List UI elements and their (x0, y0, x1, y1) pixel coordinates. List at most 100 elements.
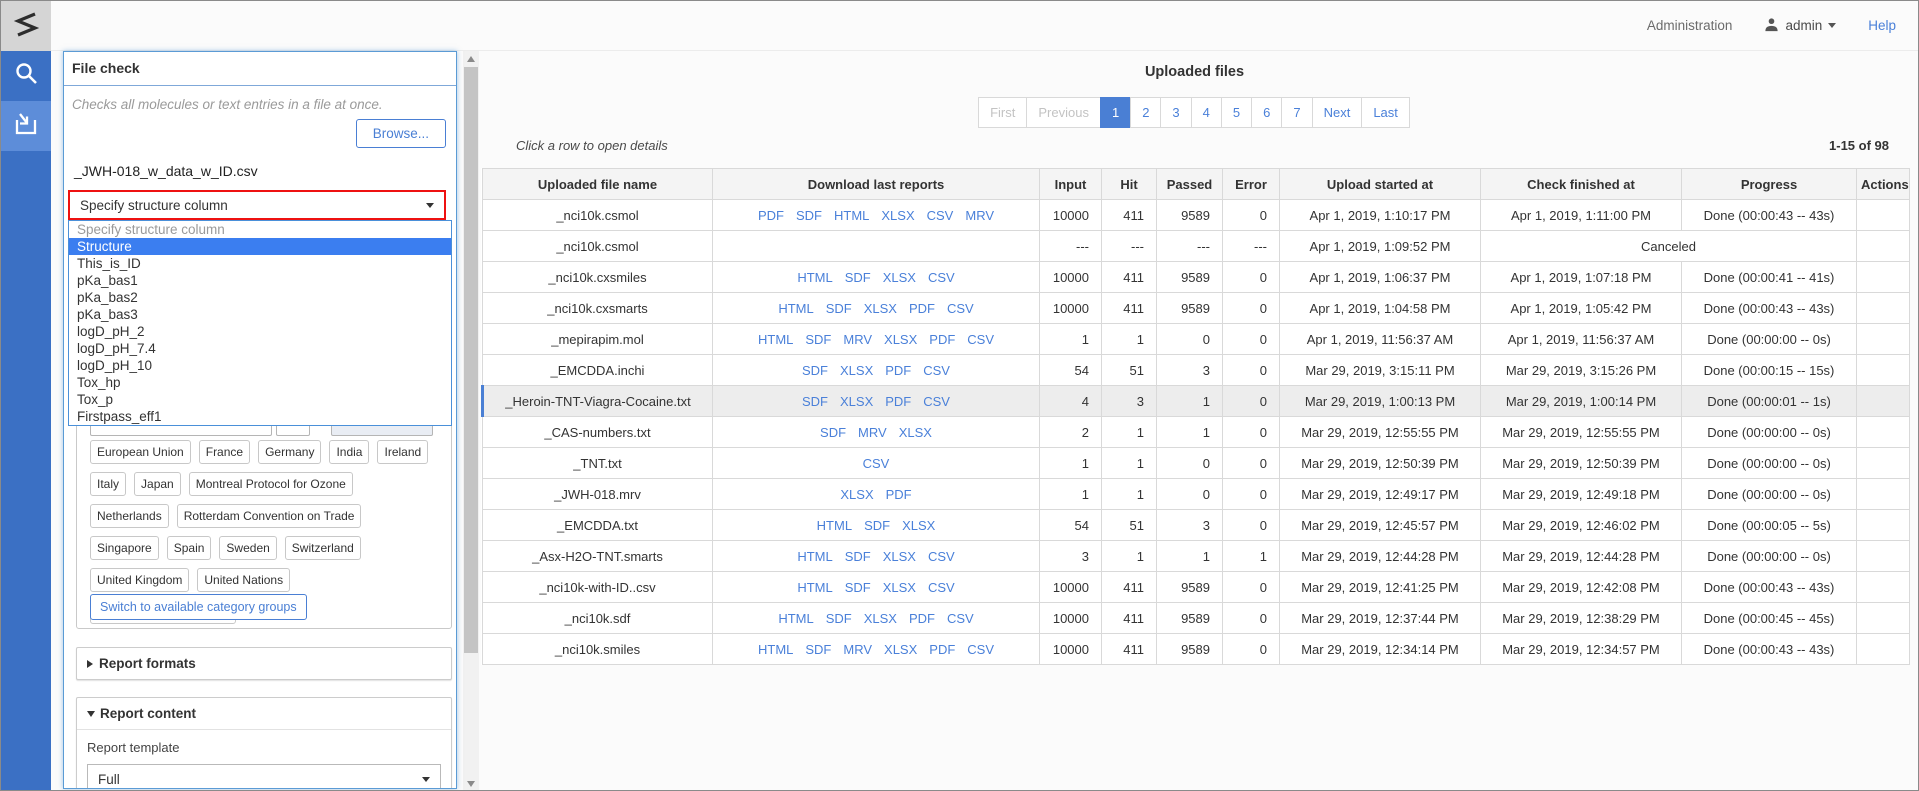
report-link-mrv[interactable]: MRV (843, 332, 872, 347)
category-chip[interactable]: Spain (167, 536, 212, 560)
report-link-sdf[interactable]: SDF (796, 208, 822, 223)
report-link-sdf[interactable]: SDF (845, 549, 871, 564)
dropdown-option[interactable]: logD_pH_7.4 (69, 340, 451, 357)
report-link-csv[interactable]: CSV (947, 301, 974, 316)
dropdown-option[interactable]: logD_pH_2 (69, 323, 451, 340)
category-chip[interactable]: Montreal Protocol for Ozone (189, 472, 353, 496)
report-link-mrv[interactable]: MRV (858, 425, 887, 440)
category-chip[interactable]: Japan (134, 472, 181, 496)
report-link-pdf[interactable]: PDF (758, 208, 784, 223)
category-chip[interactable]: United Nations (197, 568, 290, 592)
report-link-csv[interactable]: CSV (947, 611, 974, 626)
report-link-mrv[interactable]: MRV (965, 208, 994, 223)
report-link-csv[interactable]: CSV (928, 549, 955, 564)
category-chip[interactable]: United Kingdom (90, 568, 189, 592)
report-link-xlsx[interactable]: XLSX (840, 363, 873, 378)
dropdown-option[interactable]: Firstpass_eff1 (69, 408, 451, 425)
page-button-5[interactable]: 5 (1221, 97, 1252, 128)
category-chip[interactable]: Italy (90, 472, 126, 496)
dropdown-option[interactable]: logD_pH_10 (69, 357, 451, 374)
administration-menu[interactable]: Administration (1647, 18, 1733, 33)
report-link-pdf[interactable]: PDF (909, 301, 935, 316)
category-chip[interactable]: Ireland (377, 440, 428, 464)
report-link-xlsx[interactable]: XLSX (883, 549, 916, 564)
report-link-sdf[interactable]: SDF (826, 611, 852, 626)
report-link-xlsx[interactable]: XLSX (883, 580, 916, 595)
page-button-3[interactable]: 3 (1160, 97, 1191, 128)
page-button-6[interactable]: 6 (1251, 97, 1282, 128)
report-link-sdf[interactable]: SDF (802, 394, 828, 409)
file-row[interactable]: _CAS-numbers.txtSDFMRVXLSX2110Mar 29, 20… (483, 417, 1910, 448)
report-link-sdf[interactable]: SDF (826, 301, 852, 316)
report-link-html[interactable]: HTML (817, 518, 852, 533)
report-link-xlsx[interactable]: XLSX (884, 332, 917, 347)
app-logo[interactable] (1, 1, 51, 51)
scrollbar-thumb[interactable] (464, 67, 478, 653)
report-link-csv[interactable]: CSV (923, 363, 950, 378)
file-row[interactable]: _nci10k.smilesHTMLSDFMRVXLSXPDFCSV100004… (483, 634, 1910, 665)
dropdown-option[interactable]: Tox_hp (69, 374, 451, 391)
file-row[interactable]: _EMCDDA.txtHTMLSDFXLSX545130Mar 29, 2019… (483, 510, 1910, 541)
report-link-csv[interactable]: CSV (923, 394, 950, 409)
report-link-xlsx[interactable]: XLSX (864, 611, 897, 626)
file-row[interactable]: _nci10k.csmol------------Apr 1, 2019, 1:… (483, 231, 1910, 262)
report-link-xlsx[interactable]: XLSX (883, 270, 916, 285)
report-link-html[interactable]: HTML (834, 208, 869, 223)
panel-scrollbar[interactable] (463, 51, 479, 791)
category-chip[interactable]: Switzerland (285, 536, 361, 560)
report-link-xlsx[interactable]: XLSX (864, 301, 897, 316)
file-row[interactable]: _Heroin-TNT-Viagra-Cocaine.txtSDFXLSXPDF… (483, 386, 1910, 417)
report-link-csv[interactable]: CSV (967, 332, 994, 347)
dropdown-option[interactable]: This_is_ID (69, 255, 451, 272)
help-link[interactable]: Help (1868, 18, 1896, 33)
file-row[interactable]: _mepirapim.molHTMLSDFMRVXLSXPDFCSV1100Ap… (483, 324, 1910, 355)
file-row[interactable]: _Asx-H2O-TNT.smartsHTMLSDFXLSXCSV3111Mar… (483, 541, 1910, 572)
report-link-csv[interactable]: CSV (967, 642, 994, 657)
dropdown-option[interactable]: pKa_bas1 (69, 272, 451, 289)
file-row[interactable]: _nci10k.cxsmartsHTMLSDFXLSXPDFCSV1000041… (483, 293, 1910, 324)
category-chip[interactable]: Netherlands (90, 504, 169, 528)
sidebar-item-search[interactable] (1, 51, 51, 101)
report-link-pdf[interactable]: PDF (909, 611, 935, 626)
report-link-xlsx[interactable]: XLSX (881, 208, 914, 223)
dropdown-option[interactable]: pKa_bas3 (69, 306, 451, 323)
report-link-html[interactable]: HTML (778, 611, 813, 626)
file-row[interactable]: _nci10k.sdfHTMLSDFXLSXPDFCSV100004119589… (483, 603, 1910, 634)
report-link-html[interactable]: HTML (778, 301, 813, 316)
category-chip[interactable]: Sweden (219, 536, 276, 560)
report-link-pdf[interactable]: PDF (929, 332, 955, 347)
browse-button[interactable]: Browse... (356, 119, 446, 148)
report-link-xlsx[interactable]: XLSX (902, 518, 935, 533)
page-button-last[interactable]: Last (1361, 97, 1410, 128)
report-link-xlsx[interactable]: XLSX (840, 394, 873, 409)
page-button-first[interactable]: First (978, 97, 1027, 128)
page-button-next[interactable]: Next (1312, 97, 1363, 128)
report-link-mrv[interactable]: MRV (843, 642, 872, 657)
report-link-html[interactable]: HTML (758, 642, 793, 657)
category-chip[interactable]: India (329, 440, 369, 464)
file-row[interactable]: _JWH-018.mrvXLSXPDF1100Mar 29, 2019, 12:… (483, 479, 1910, 510)
switch-category-groups-button[interactable]: Switch to available category groups (90, 594, 307, 620)
page-button-1[interactable]: 1 (1100, 97, 1131, 128)
report-link-pdf[interactable]: PDF (886, 487, 912, 502)
page-button-7[interactable]: 7 (1281, 97, 1312, 128)
report-link-csv[interactable]: CSV (863, 456, 890, 471)
report-link-csv[interactable]: CSV (927, 208, 954, 223)
report-link-sdf[interactable]: SDF (845, 580, 871, 595)
report-link-xlsx[interactable]: XLSX (840, 487, 873, 502)
category-chip[interactable]: Rotterdam Convention on Trade (177, 504, 362, 528)
category-chip[interactable]: Germany (258, 440, 321, 464)
report-link-pdf[interactable]: PDF (885, 363, 911, 378)
file-row[interactable]: _nci10k.cxsmilesHTMLSDFXLSXCSV1000041195… (483, 262, 1910, 293)
report-link-sdf[interactable]: SDF (802, 363, 828, 378)
report-link-pdf[interactable]: PDF (885, 394, 911, 409)
page-button-previous[interactable]: Previous (1026, 97, 1101, 128)
structure-column-select[interactable]: Specify structure column (68, 190, 446, 220)
report-link-pdf[interactable]: PDF (929, 642, 955, 657)
report-content-header[interactable]: Report content (77, 698, 451, 730)
page-button-4[interactable]: 4 (1191, 97, 1222, 128)
report-link-xlsx[interactable]: XLSX (899, 425, 932, 440)
dropdown-option[interactable]: Specify structure column (69, 221, 451, 238)
dropdown-option[interactable]: pKa_bas2 (69, 289, 451, 306)
category-chip[interactable]: Singapore (90, 536, 159, 560)
